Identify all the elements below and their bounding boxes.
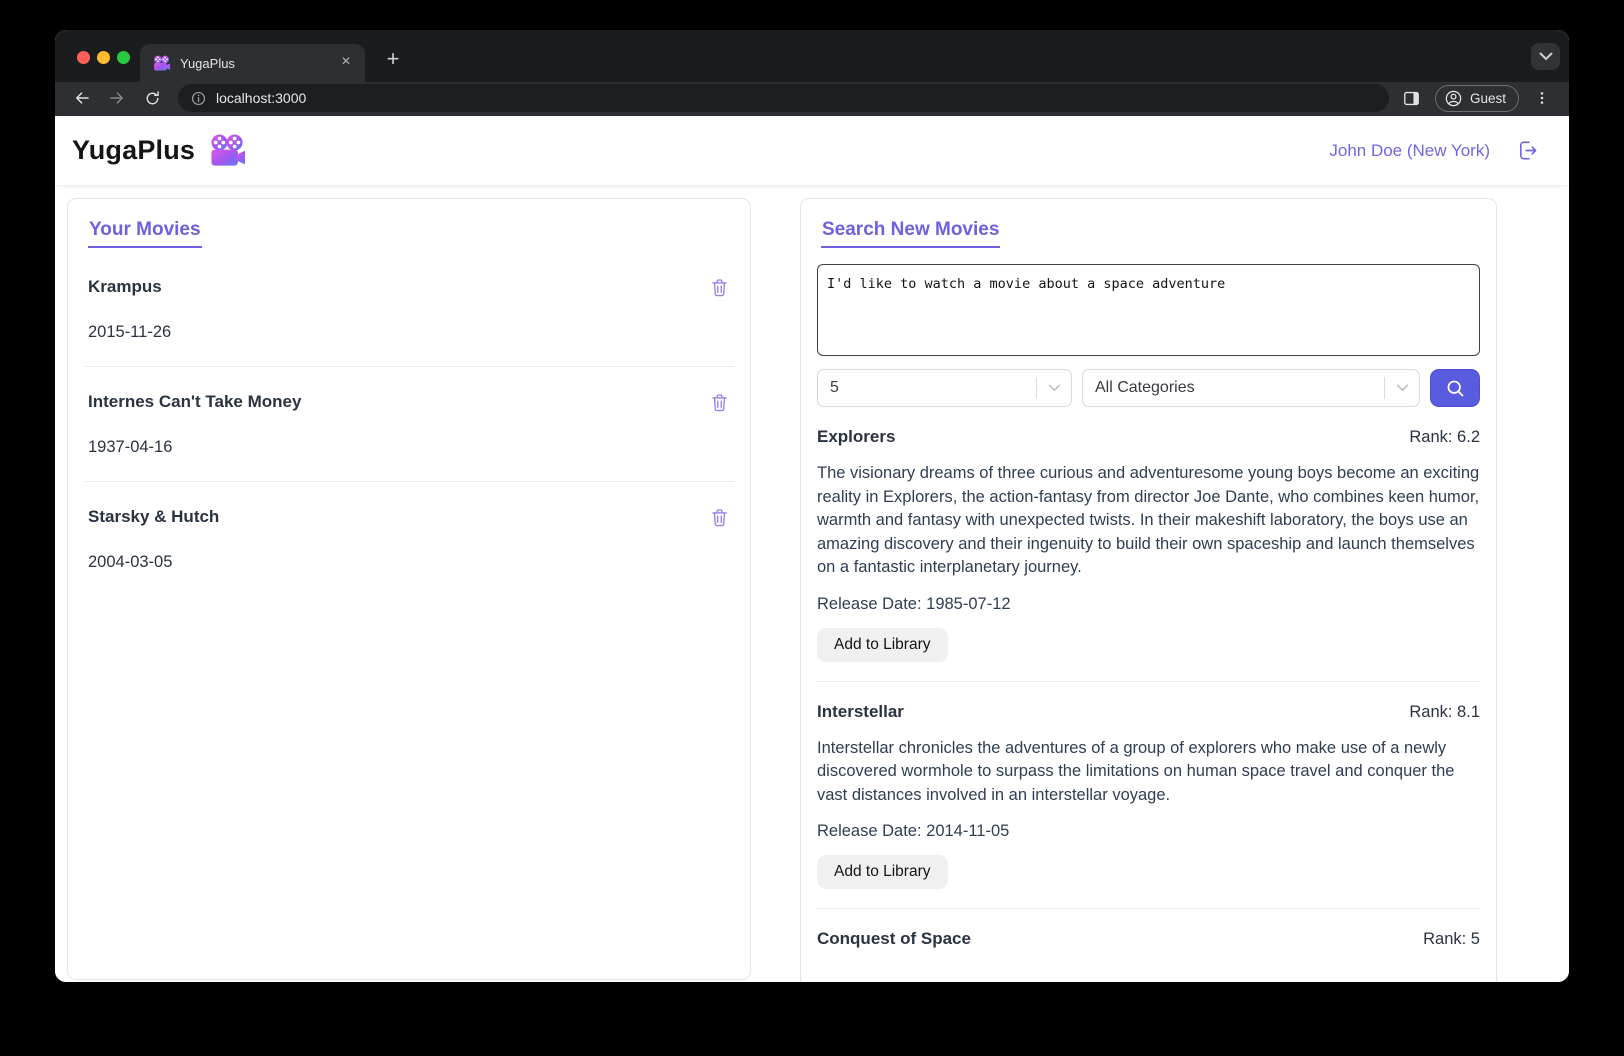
chevron-down-icon <box>1539 52 1553 61</box>
movie-row-starsky: Starsky & Hutch 2004-03-05 <box>84 482 734 596</box>
movie-title: Krampus <box>88 277 162 297</box>
result-description: The visionary dreams of three curious an… <box>817 462 1480 580</box>
tab-close-button[interactable]: × <box>337 54 355 72</box>
trash-icon <box>709 392 730 413</box>
result-rank: Rank: 5 <box>1423 930 1480 949</box>
result-limit-value: 5 <box>830 379 1036 397</box>
back-button[interactable] <box>69 85 95 111</box>
select-end <box>1384 370 1419 406</box>
movie-date: 2015-11-26 <box>88 323 730 342</box>
brand: YugaPlus <box>72 134 247 168</box>
browser-tab[interactable]: YugaPlus × <box>140 44 365 82</box>
new-tab-button[interactable]: + <box>378 45 408 75</box>
chevron-down-icon <box>1396 384 1409 392</box>
browser-menu-button[interactable] <box>1529 85 1555 111</box>
user-area: John Doe (New York) <box>1329 139 1539 163</box>
window-zoom-button[interactable] <box>117 51 130 64</box>
movie-camera-favicon-icon <box>153 55 171 72</box>
search-title: Search New Movies <box>821 216 1000 248</box>
result-release-date: Release Date: 1985-07-12 <box>817 595 1480 614</box>
movie-date: 2004-03-05 <box>88 553 730 572</box>
side-panel-icon <box>1402 89 1421 108</box>
back-arrow-icon <box>73 89 91 107</box>
movie-date: 1937-04-16 <box>88 438 730 457</box>
tab-search-chevron-button[interactable] <box>1531 43 1560 70</box>
result-title: Conquest of Space <box>817 929 971 949</box>
window-controls <box>77 51 130 64</box>
trash-icon <box>709 507 730 528</box>
forward-arrow-icon <box>108 89 126 107</box>
delete-movie-button[interactable] <box>708 507 730 529</box>
browser-tab-strip: YugaPlus × + <box>55 30 1569 82</box>
profile-button[interactable]: Guest <box>1435 85 1519 112</box>
search-result-explorers: Explorers Rank: 6.2 The visionary dreams… <box>817 407 1480 682</box>
app-page: YugaPlus John Doe (New York) <box>55 116 1569 982</box>
browser-window: YugaPlus × + <box>55 30 1569 982</box>
result-title: Interstellar <box>817 702 904 722</box>
window-close-button[interactable] <box>77 51 90 64</box>
refresh-button[interactable] <box>139 85 165 111</box>
movie-camera-icon <box>209 134 247 168</box>
search-query-input[interactable]: I'd like to watch a movie about a space … <box>817 264 1480 356</box>
result-rank: Rank: 8.1 <box>1409 703 1480 722</box>
logout-icon <box>1516 139 1539 162</box>
search-result-conquest: Conquest of Space Rank: 5 <box>817 909 1480 968</box>
add-to-library-button[interactable]: Add to Library <box>817 628 948 662</box>
result-release-date: Release Date: 2014-11-05 <box>817 822 1480 841</box>
search-button[interactable] <box>1430 369 1480 407</box>
movie-title: Internes Can't Take Money <box>88 392 301 412</box>
logout-button[interactable] <box>1515 139 1539 163</box>
main-content: Your Movies Krampus 20 <box>55 185 1569 982</box>
movie-row-internes: Internes Can't Take Money 1937-04-16 <box>84 367 734 482</box>
result-title: Explorers <box>817 427 895 447</box>
chevron-down-icon <box>1048 384 1061 392</box>
your-movies-panel: Your Movies Krampus 20 <box>67 198 751 980</box>
select-end <box>1036 370 1071 406</box>
trash-icon <box>709 277 730 298</box>
forward-button[interactable] <box>104 85 130 111</box>
site-info-icon[interactable] <box>190 90 207 107</box>
delete-movie-button[interactable] <box>708 277 730 299</box>
result-limit-select[interactable]: 5 <box>817 369 1072 407</box>
movie-title: Starsky & Hutch <box>88 507 219 527</box>
three-dot-menu-icon <box>1534 90 1550 106</box>
app-header: YugaPlus John Doe (New York) <box>55 116 1569 185</box>
category-value: All Categories <box>1095 379 1384 397</box>
browser-toolbar: localhost:3000 Guest <box>55 82 1569 116</box>
tab-title: YugaPlus <box>180 56 337 71</box>
result-description: Interstellar chronicles the adventures o… <box>817 737 1480 808</box>
person-icon <box>1444 89 1463 108</box>
search-icon <box>1445 378 1466 399</box>
search-controls: 5 All Categories <box>817 369 1480 407</box>
page-title: YugaPlus <box>72 135 195 166</box>
your-movies-title: Your Movies <box>88 216 202 248</box>
refresh-icon <box>144 90 161 107</box>
side-panel-button[interactable] <box>1399 85 1425 111</box>
search-panel: Search New Movies I'd like to watch a mo… <box>800 198 1497 982</box>
url-bar[interactable]: localhost:3000 <box>178 84 1389 112</box>
category-select[interactable]: All Categories <box>1082 369 1420 407</box>
movie-row-krampus: Krampus 2015-11-26 <box>84 252 734 367</box>
result-rank: Rank: 6.2 <box>1409 428 1480 447</box>
url-text: localhost:3000 <box>216 90 306 106</box>
search-result-interstellar: Interstellar Rank: 8.1 Interstellar chro… <box>817 682 1480 910</box>
add-to-library-button[interactable]: Add to Library <box>817 855 948 889</box>
user-profile-link[interactable]: John Doe (New York) <box>1329 141 1490 161</box>
window-minimize-button[interactable] <box>97 51 110 64</box>
profile-label: Guest <box>1470 91 1506 106</box>
delete-movie-button[interactable] <box>708 392 730 414</box>
